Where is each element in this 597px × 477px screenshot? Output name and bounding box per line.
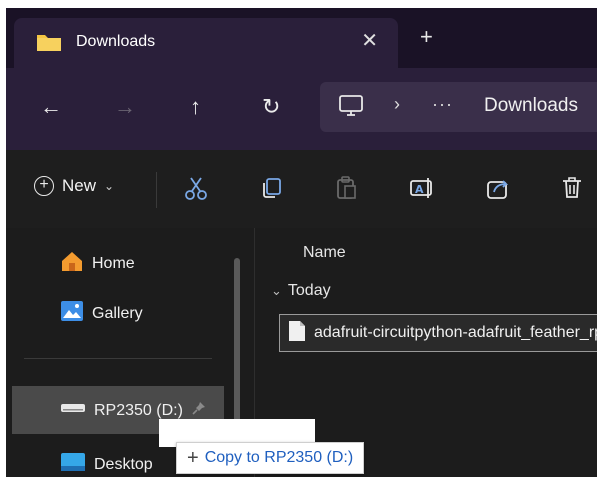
forward-button[interactable]: → <box>114 92 136 122</box>
column-header-name[interactable]: Name <box>303 244 346 262</box>
sidebar-divider <box>24 358 212 359</box>
tab-title: Downloads <box>76 33 156 50</box>
sidebar-item-label: RP2350 (D:) <box>94 401 183 419</box>
file-name: adafruit-circuitpython-adafruit_feather_… <box>314 324 597 341</box>
breadcrumb-chevron-icon[interactable]: › <box>394 94 400 115</box>
delete-icon[interactable] <box>558 174 586 202</box>
new-tab-button[interactable]: + <box>420 24 433 50</box>
plus-circle-icon: + <box>34 176 54 196</box>
sidebar-item-desktop[interactable]: Desktop <box>60 452 153 477</box>
sidebar-item-gallery[interactable]: Gallery <box>60 300 143 327</box>
sidebar-item-rp2350[interactable]: RP2350 (D:) <box>60 400 207 421</box>
chevron-down-icon: ⌄ <box>271 283 282 298</box>
sidebar-item-label: Gallery <box>92 304 143 322</box>
back-button[interactable]: ← <box>40 92 62 122</box>
drive-icon <box>60 401 86 420</box>
breadcrumb-overflow-button[interactable]: ··· <box>432 94 453 115</box>
command-divider <box>156 172 157 208</box>
command-bar: + New ⌄ A <box>6 150 597 228</box>
up-button[interactable]: ↑ <box>190 92 201 122</box>
new-button[interactable]: + New ⌄ <box>34 176 114 196</box>
close-tab-icon[interactable]: ✕ <box>361 28 378 53</box>
paste-icon[interactable] <box>332 174 360 202</box>
tab-downloads[interactable]: Downloads ✕ <box>14 18 398 68</box>
list-item[interactable]: adafruit-circuitpython-adafruit_feather_… <box>279 314 597 352</box>
drag-tooltip-text: Copy to RP2350 (D:) <box>204 449 354 466</box>
rename-icon[interactable]: A <box>408 174 436 202</box>
sidebar-item-home[interactable]: Home <box>60 250 135 277</box>
sidebar-item-label: Home <box>92 254 135 272</box>
new-label: New <box>62 176 97 195</box>
sidebar-item-label: Desktop <box>94 455 153 473</box>
this-pc-icon[interactable] <box>338 94 364 123</box>
drag-drop-tooltip: + Copy to RP2350 (D:) <box>176 442 365 474</box>
svg-text:A: A <box>415 183 424 196</box>
file-icon <box>288 320 306 347</box>
plus-icon: + <box>187 447 199 469</box>
refresh-button[interactable]: ↻ <box>262 92 280 122</box>
desktop-icon <box>60 452 86 477</box>
pin-icon[interactable] <box>191 400 207 421</box>
cut-icon[interactable] <box>182 174 210 202</box>
group-header-today[interactable]: ⌄ Today <box>271 282 331 300</box>
share-icon[interactable] <box>484 174 512 202</box>
group-label: Today <box>287 282 331 299</box>
copy-icon[interactable] <box>258 174 286 202</box>
address-bar[interactable]: › ··· Downloads <box>320 82 597 132</box>
navigation-bar: ← → ↑ ↻ › ··· Downloads <box>6 68 597 150</box>
file-explorer-window: Downloads ✕ + ← → ↑ ↻ › ··· Downloads + <box>6 8 597 477</box>
gallery-icon <box>60 300 84 327</box>
folder-icon <box>36 32 62 57</box>
tab-bar: Downloads ✕ + <box>6 8 597 72</box>
chevron-down-icon: ⌄ <box>104 179 115 193</box>
home-icon <box>60 250 84 277</box>
breadcrumb-downloads[interactable]: Downloads <box>484 95 578 117</box>
